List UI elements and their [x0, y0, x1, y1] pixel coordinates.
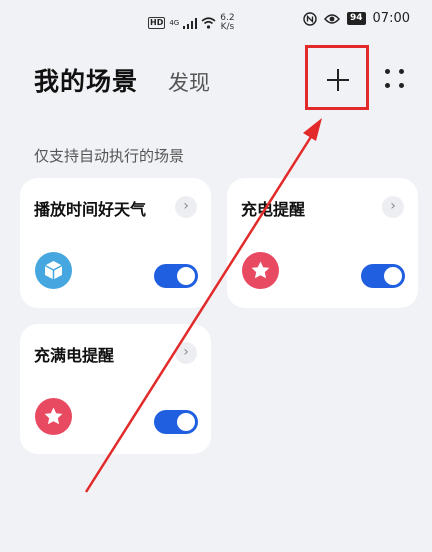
annotation-arrow — [84, 118, 322, 493]
